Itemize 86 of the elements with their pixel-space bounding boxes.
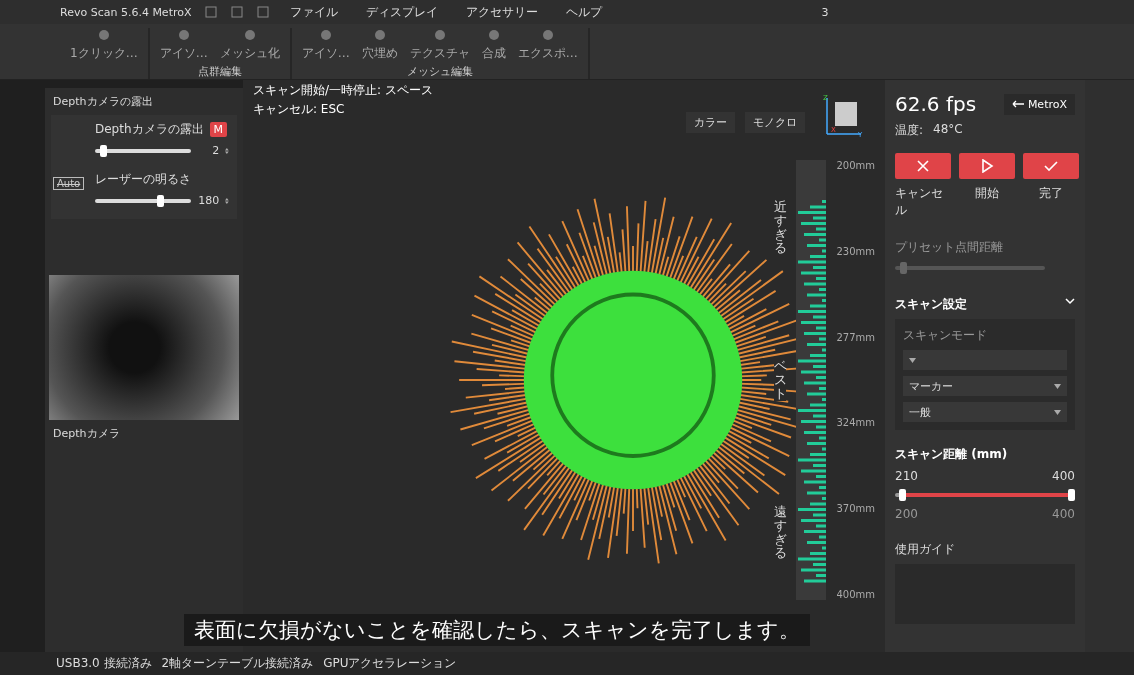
tool-icon <box>242 28 257 42</box>
section-title: 使用ガイド <box>895 541 956 558</box>
status-item: GPUアクセラレーション <box>323 655 457 672</box>
action-label: 完了 <box>1039 185 1063 202</box>
view-mode-button[interactable]: カラー <box>686 112 735 133</box>
preset-slider[interactable] <box>895 262 1045 274</box>
caret-icon <box>1054 383 1061 389</box>
tool-icon <box>96 28 111 42</box>
menu-item[interactable]: ヘルプ <box>565 3 602 21</box>
laser-value: 180 <box>197 194 220 207</box>
device-button[interactable]: MetroX <box>1003 93 1075 115</box>
caret-icon <box>909 357 916 363</box>
spinner-arrows-icon[interactable] <box>225 195 229 206</box>
depth-tick: 324mm <box>836 417 875 429</box>
preview-caption: Depthカメラ <box>52 426 121 442</box>
caret-icon <box>1054 409 1061 415</box>
tool-icon <box>486 28 501 42</box>
slider-thumb[interactable] <box>99 144 107 157</box>
exposure-slider[interactable] <box>95 144 191 157</box>
tool-icon <box>372 28 387 42</box>
exposure-value: 2 <box>211 144 220 157</box>
fps-reading: 62.6 fps <box>895 92 977 116</box>
range-high-value: 400 <box>1052 469 1075 483</box>
mode-badge: M <box>209 122 228 137</box>
section-title: スキャン距離 (mm) <box>895 446 1009 463</box>
group-label: メッシュ編集 <box>406 64 473 79</box>
slider-thumb[interactable] <box>157 194 165 207</box>
section-title: スキャン設定 <box>895 296 967 313</box>
panel-title: Depthカメラの露出 <box>52 94 154 110</box>
preset-label: プリセット点間距離 <box>895 239 1004 256</box>
action-label: 開始 <box>975 185 999 202</box>
laser-label: レーザーの明るさ <box>95 171 191 188</box>
view-mode-button[interactable]: モノクロ <box>745 112 805 133</box>
video-subtitle: 表面に欠損がないことを確認したら、スキャンを完了します。 <box>184 614 810 646</box>
usb-icon <box>1011 100 1024 108</box>
distance-zone-label: ベスト <box>773 359 787 401</box>
play-icon <box>980 159 994 173</box>
window-title: Revo Scan 5.6.4 MetroX <box>60 5 192 19</box>
check-icon <box>1044 159 1058 173</box>
exposure-label: Depthカメラの露出 <box>95 121 204 138</box>
range-max: 400 <box>1052 507 1075 521</box>
toolbar-tool[interactable]: アイソ… <box>301 28 350 62</box>
toolbar-tool[interactable]: 穴埋め <box>361 28 398 62</box>
distance-zone-label: 近すぎる <box>773 200 787 255</box>
slider-thumb[interactable] <box>899 489 907 501</box>
auto-toggle[interactable]: Auto <box>53 177 85 190</box>
slider-thumb[interactable] <box>1068 489 1075 501</box>
status-item: USB3.0 接続済み <box>56 655 152 672</box>
menu-item[interactable]: ディスプレイ <box>365 3 438 21</box>
toolbar-tool[interactable]: メッシュ化 <box>219 28 280 62</box>
action-label: キャンセル <box>895 185 944 219</box>
menu-item[interactable]: アクセサリー <box>465 3 538 21</box>
tool-icon <box>540 28 555 42</box>
temperature-value: 48°C <box>933 122 963 138</box>
tool-icon <box>318 28 333 42</box>
distance-zone-label: 遠すぎる <box>773 505 787 560</box>
depth-tick: 277mm <box>836 331 875 343</box>
depth-tick: 400mm <box>836 589 875 600</box>
temperature-label: 温度: <box>895 122 924 139</box>
shortcut-hint: キャンセル: ESC <box>253 101 345 118</box>
tool-icon <box>176 28 191 42</box>
toolbar-tool[interactable]: 1クリック… <box>70 28 138 62</box>
laser-slider[interactable] <box>95 194 191 207</box>
dropdown-field[interactable] <box>903 350 1067 370</box>
tool-icon <box>432 28 447 42</box>
range-min: 200 <box>895 507 918 521</box>
field-label: スキャンモード <box>903 327 988 344</box>
start-button[interactable] <box>959 153 1015 179</box>
toolbar-tool[interactable]: エクスポ… <box>517 28 578 62</box>
dropdown-field[interactable]: 一般 <box>903 402 1067 422</box>
range-low-value: 210 <box>895 469 918 483</box>
depth-tick: 200mm <box>836 160 875 171</box>
group-label: 点群編集 <box>197 64 242 79</box>
chevron-icon[interactable] <box>1065 296 1075 306</box>
toolbar-tool[interactable]: アイソ… <box>159 28 208 62</box>
menu-item[interactable]: ファイル <box>289 3 338 21</box>
shortcut-hint: スキャン開始/一時停止: スペース <box>253 82 433 99</box>
status-item: 2軸ターンテーブル接続済み <box>161 655 314 672</box>
depth-tick: 370mm <box>836 503 875 515</box>
toolbar-tool[interactable]: テクスチャ <box>409 28 470 62</box>
page-number: 3 <box>821 5 829 19</box>
dropdown-field[interactable]: マーカー <box>903 376 1067 396</box>
depth-tick: 230mm <box>836 245 875 257</box>
spinner-arrows-icon[interactable] <box>225 145 229 156</box>
toolbar-tool[interactable]: 合成 <box>481 28 506 62</box>
close-icon <box>916 159 930 173</box>
